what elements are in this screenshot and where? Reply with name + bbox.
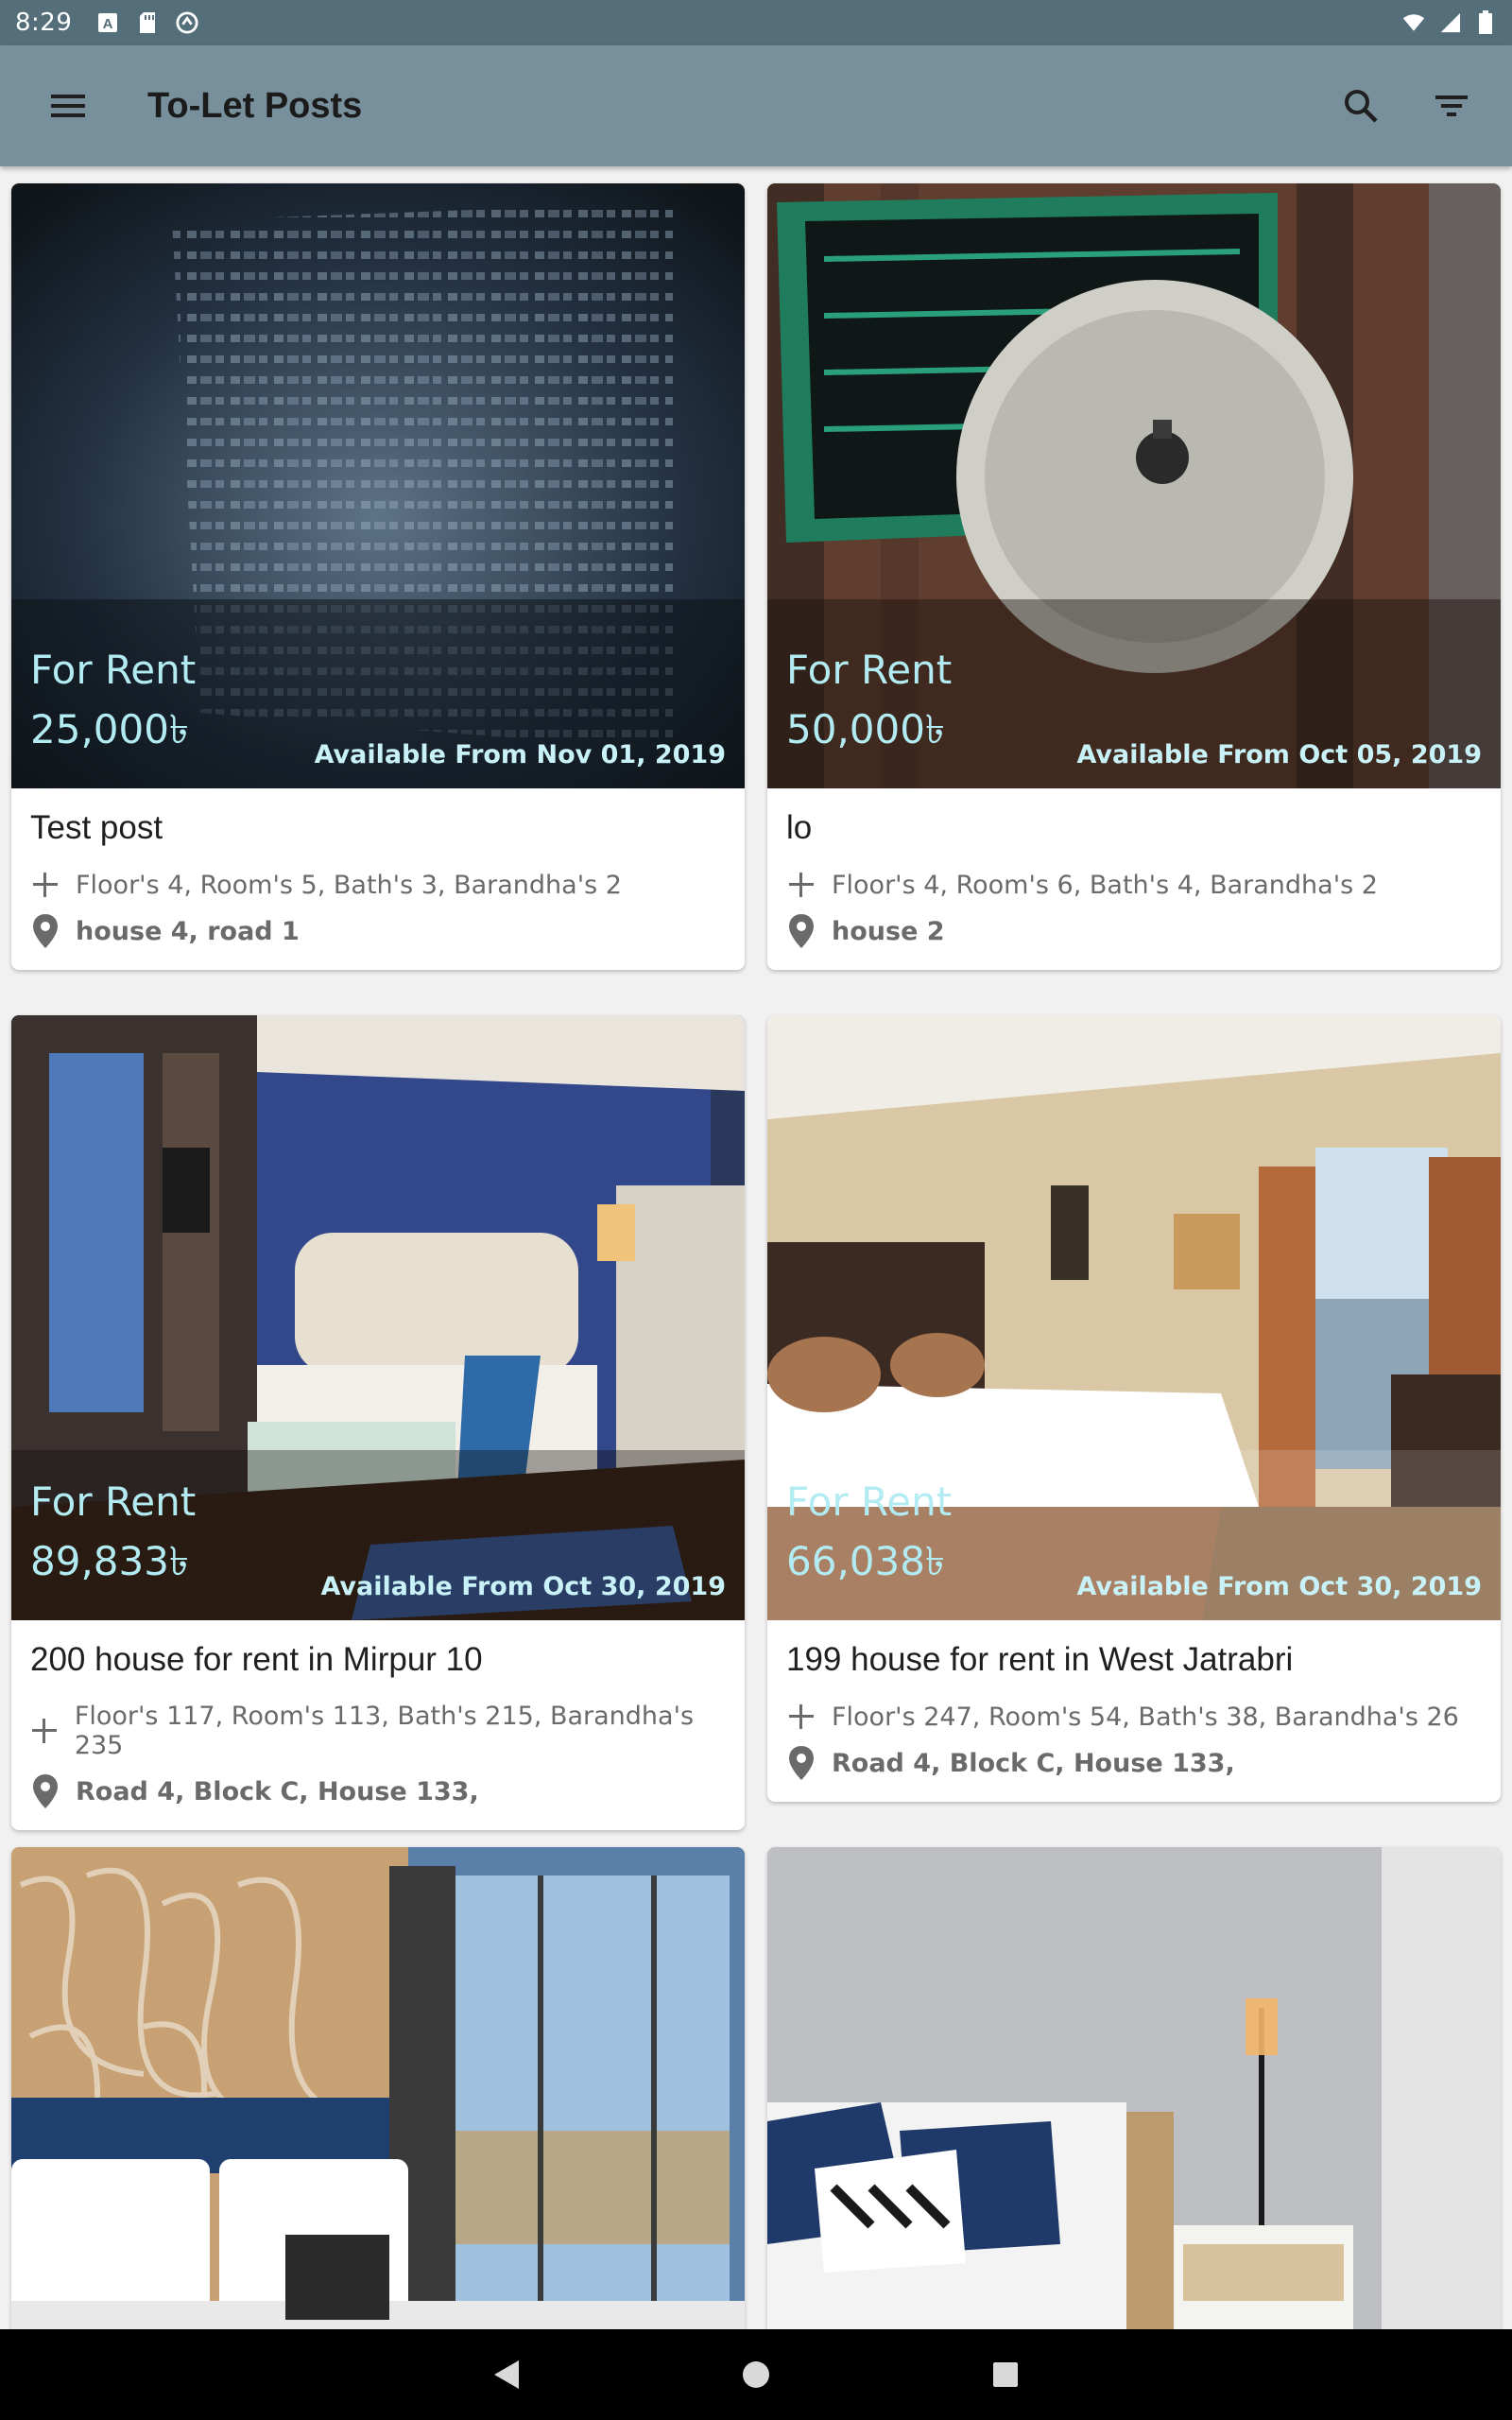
app-bar: To-Let Posts — [0, 45, 1512, 166]
filter-button[interactable] — [1406, 60, 1497, 151]
sd-card-icon — [136, 11, 159, 34]
post-status: For Rent — [30, 647, 197, 693]
back-icon — [494, 2360, 519, 2389]
post-title: 200 house for rent in Mirpur 10 — [30, 1641, 483, 1678]
plus-icon — [786, 1702, 816, 1732]
post-price-overlay: For Rent 89,833৳ — [30, 1478, 196, 1598]
status-bar: 8:29 A — [0, 0, 1512, 45]
plus-icon — [786, 870, 816, 900]
post-image: For Rent 89,833৳ Available From Oct 30, … — [11, 1015, 745, 1620]
post-details: Floor's 4, Room's 6, Bath's 4, Barandha'… — [786, 870, 1482, 900]
location-pin-icon — [786, 1745, 816, 1781]
post-details-text: Floor's 4, Room's 5, Bath's 3, Barandha'… — [76, 870, 622, 900]
menu-icon — [51, 95, 85, 117]
plus-icon — [30, 1716, 60, 1746]
post-card[interactable]: For Rent 50,000৳ Available From Oct 05, … — [767, 183, 1501, 970]
post-price-overlay: For Rent 50,000৳ — [786, 647, 952, 766]
post-details: Floor's 247, Room's 54, Bath's 38, Baran… — [786, 1702, 1482, 1732]
post-price-overlay: For Rent 66,038৳ — [786, 1478, 952, 1598]
post-title: 199 house for rent in West Jatrabri — [786, 1641, 1294, 1678]
page-title: To-Let Posts — [147, 85, 363, 126]
post-available-date: Available From Oct 30, 2019 — [1076, 1572, 1482, 1601]
post-address-text: Road 4, Block C, House 133, — [76, 1776, 479, 1806]
post-image: For Rent 50,000৳ Available From Oct 05, … — [767, 183, 1501, 788]
post-title: lo — [786, 809, 813, 846]
signal-icon — [1438, 11, 1461, 34]
status-icons-right — [1402, 10, 1497, 34]
search-button[interactable] — [1315, 60, 1406, 151]
home-icon — [743, 2361, 769, 2388]
plus-icon — [30, 870, 60, 900]
post-status: For Rent — [30, 1478, 197, 1525]
battery-icon — [1474, 10, 1497, 34]
post-address-text: Road 4, Block C, House 133, — [832, 1748, 1235, 1778]
status-time: 8:29 — [15, 9, 73, 37]
filter-icon — [1435, 95, 1468, 116]
system-nav-bar — [0, 2329, 1512, 2420]
svg-text:A: A — [103, 16, 113, 32]
post-title: Test post — [30, 809, 163, 846]
app-bar-actions — [1315, 60, 1497, 151]
post-price: 66,038৳ — [786, 1538, 945, 1584]
menu-button[interactable] — [23, 60, 113, 151]
post-card[interactable]: For Rent 89,833৳ Available From Oct 30, … — [11, 1015, 745, 1830]
post-price: 25,000৳ — [30, 706, 189, 752]
post-address: Road 4, Block C, House 133, — [786, 1745, 1482, 1781]
post-details: Floor's 117, Room's 113, Bath's 215, Bar… — [30, 1702, 726, 1760]
location-pin-icon — [30, 1773, 60, 1809]
search-icon — [1345, 90, 1378, 123]
post-details: Floor's 4, Room's 5, Bath's 3, Barandha'… — [30, 870, 726, 900]
sync-icon — [176, 11, 198, 34]
post-available-date: Available From Oct 05, 2019 — [1076, 740, 1482, 769]
a-icon: A — [96, 11, 119, 34]
post-status: For Rent — [786, 647, 953, 693]
wifi-icon — [1402, 11, 1425, 34]
post-card[interactable]: For Rent 25,000৳ Available From Nov 01, … — [11, 183, 745, 970]
post-address-text: house 4, road 1 — [76, 916, 300, 946]
nav-home-button[interactable] — [726, 2344, 786, 2405]
post-details-text: Floor's 4, Room's 6, Bath's 4, Barandha'… — [832, 870, 1378, 900]
nav-back-button[interactable] — [476, 2344, 537, 2405]
post-price: 50,000৳ — [786, 706, 945, 752]
post-body: 200 house for rent in Mirpur 10 Floor's … — [11, 1620, 745, 1830]
post-price: 89,833৳ — [30, 1538, 189, 1584]
recents-icon — [993, 2362, 1018, 2387]
post-body: Test post Floor's 4, Room's 5, Bath's 3,… — [11, 788, 745, 970]
post-status: For Rent — [786, 1478, 953, 1525]
post-image: For Rent 25,000৳ Available From Nov 01, … — [11, 183, 745, 788]
post-image: For Rent 66,038৳ Available From Oct 30, … — [767, 1015, 1501, 1620]
post-details-text: Floor's 117, Room's 113, Bath's 215, Bar… — [74, 1702, 695, 1760]
post-body: 199 house for rent in West Jatrabri Floo… — [767, 1620, 1501, 1802]
post-available-date: Available From Oct 30, 2019 — [320, 1572, 726, 1601]
status-icons-left: A — [96, 11, 198, 34]
post-address-text: house 2 — [832, 916, 945, 946]
location-pin-icon — [30, 913, 60, 949]
post-address: house 2 — [786, 913, 1482, 949]
post-card[interactable]: For Rent 66,038৳ Available From Oct 30, … — [767, 1015, 1501, 1802]
nav-recents-button[interactable] — [975, 2344, 1036, 2405]
post-body: lo Floor's 4, Room's 6, Bath's 4, Barand… — [767, 788, 1501, 970]
post-price-overlay: For Rent 25,000৳ — [30, 647, 196, 766]
post-available-date: Available From Nov 01, 2019 — [314, 740, 726, 769]
post-address: house 4, road 1 — [30, 913, 726, 949]
post-address: Road 4, Block C, House 133, — [30, 1773, 726, 1809]
location-pin-icon — [786, 913, 816, 949]
post-details-text: Floor's 247, Room's 54, Bath's 38, Baran… — [832, 1702, 1459, 1732]
